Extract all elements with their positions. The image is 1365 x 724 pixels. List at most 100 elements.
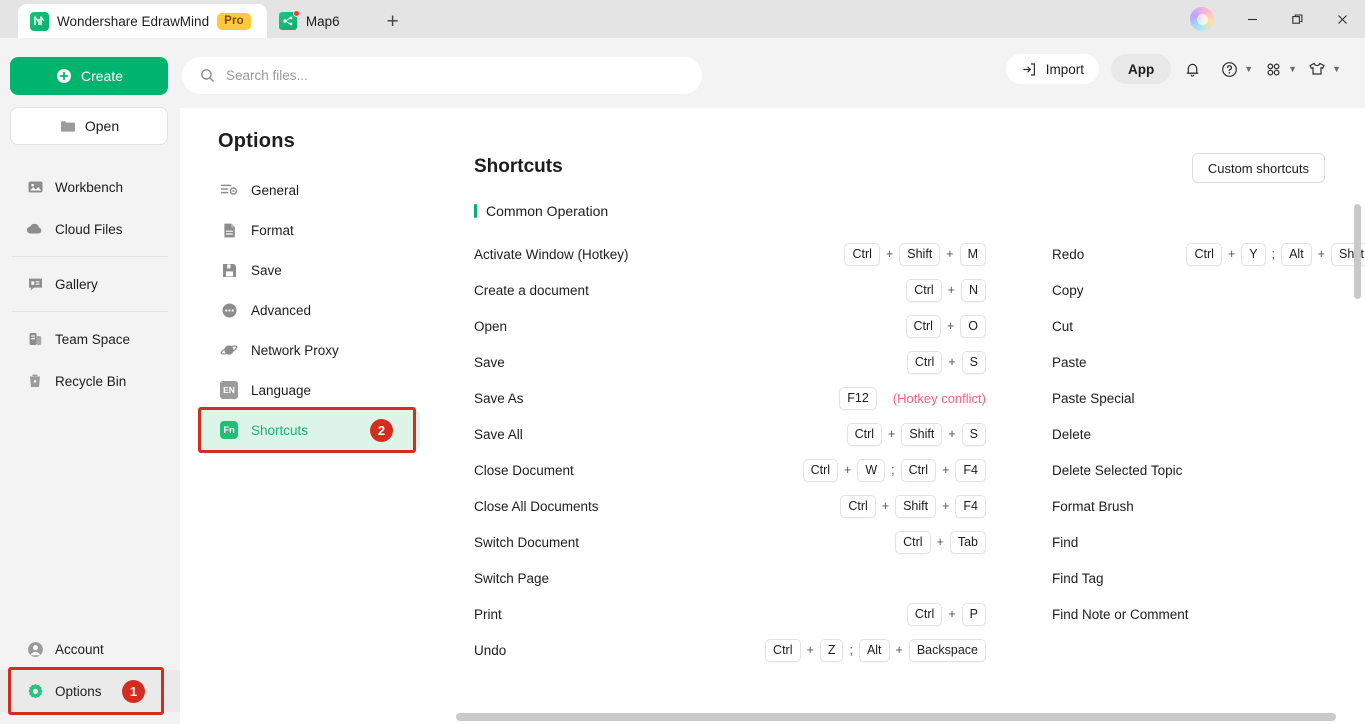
- shortcut-row[interactable]: Activate Window (Hotkey) Ctrl + Shift + M: [474, 236, 986, 272]
- window-controls: [1190, 0, 1365, 38]
- shortcut-label: Paste Special: [1052, 390, 1135, 406]
- options-item-language[interactable]: EN Language: [198, 370, 420, 410]
- shortcut-label: Copy: [1052, 282, 1084, 298]
- custom-shortcuts-button[interactable]: Custom shortcuts: [1191, 153, 1325, 183]
- general-icon: [220, 181, 238, 199]
- shortcut-row[interactable]: Create a document Ctrl + N: [474, 272, 986, 308]
- new-tab-button[interactable]: +: [378, 6, 408, 38]
- restore-button[interactable]: [1275, 0, 1320, 38]
- sidebar-item-account[interactable]: Account: [0, 628, 180, 670]
- bell-icon[interactable]: [1175, 54, 1209, 84]
- shortcut-row[interactable]: Print Ctrl + P: [474, 596, 986, 632]
- vertical-scrollbar[interactable]: [1354, 204, 1361, 299]
- import-button[interactable]: Import: [1005, 54, 1099, 84]
- sidebar-item-team-space[interactable]: Team Space: [0, 318, 180, 360]
- network-icon: [220, 341, 238, 359]
- key-separator-plus: +: [947, 283, 955, 297]
- shortcut-row[interactable]: Find Note or Comment: [1052, 596, 1365, 632]
- shortcut-row[interactable]: Save All Ctrl + Shift + S: [474, 416, 986, 452]
- app-button[interactable]: App: [1110, 54, 1172, 84]
- shortcut-row[interactable]: Delete: [1052, 416, 1365, 452]
- shortcut-label: Save: [474, 354, 505, 370]
- key-separator-semicolon: ;: [849, 643, 853, 657]
- options-item-advanced[interactable]: Advanced: [198, 290, 420, 330]
- sidebar-item-options[interactable]: Options: [0, 670, 180, 712]
- options-item-save[interactable]: Save: [198, 250, 420, 290]
- sidebar-divider: [12, 256, 168, 257]
- key-separator-plus: +: [806, 643, 814, 657]
- key-separator-plus: +: [942, 499, 950, 513]
- sidebar-item-recycle-bin[interactable]: Recycle Bin: [0, 360, 180, 402]
- minimize-button[interactable]: [1230, 0, 1275, 38]
- shortcut-row[interactable]: Save As F12 (Hotkey conflict): [474, 380, 986, 416]
- shortcut-row[interactable]: Undo Ctrl + Z; Alt + Backspace: [474, 632, 986, 668]
- help-menu[interactable]: ▼: [1217, 54, 1253, 84]
- key-cap: Ctrl: [1186, 242, 1222, 266]
- key-cap: Ctrl: [802, 458, 839, 482]
- tab-title: Wondershare EdrawMind: [57, 13, 210, 29]
- shortcut-row[interactable]: Close All Documents Ctrl + Shift + F4: [474, 488, 986, 524]
- shortcut-row[interactable]: Find Tag: [1052, 560, 1365, 596]
- key-cap: Ctrl: [905, 314, 941, 338]
- avatar[interactable]: [1190, 7, 1214, 31]
- key-cap: Ctrl: [906, 602, 943, 626]
- shortcut-row[interactable]: Paste: [1052, 344, 1365, 380]
- create-button[interactable]: Create: [10, 57, 168, 95]
- options-item-network-proxy[interactable]: Network Proxy: [198, 330, 420, 370]
- open-button[interactable]: Open: [10, 107, 168, 145]
- shortcut-row[interactable]: Switch Document Ctrl + Tab: [474, 524, 986, 560]
- sidebar-item-gallery[interactable]: Gallery: [0, 263, 180, 305]
- shortcut-keys: Ctrl + Y; Alt + Shift: [1186, 242, 1365, 266]
- shortcut-label: Activate Window (Hotkey): [474, 246, 629, 262]
- chevron-down-icon: ▼: [1288, 64, 1298, 74]
- shortcut-row[interactable]: Open Ctrl + O: [474, 308, 986, 344]
- left-sidebar: Create Open Workbench Cloud Files Galler…: [0, 38, 180, 724]
- shortcut-row[interactable]: Format Brush: [1052, 488, 1365, 524]
- key-cap: F4: [955, 494, 986, 518]
- shortcut-row[interactable]: Cut: [1052, 308, 1365, 344]
- key-separator-plus: +: [881, 499, 890, 513]
- options-item-general[interactable]: General: [198, 170, 420, 210]
- shortcut-row[interactable]: Switch Page: [474, 560, 986, 596]
- horizontal-scrollbar[interactable]: [456, 713, 1336, 721]
- import-icon: [1021, 60, 1039, 78]
- key-separator-plus: +: [885, 247, 894, 261]
- search-input[interactable]: Search files...: [182, 57, 702, 94]
- options-item-format[interactable]: Format: [198, 210, 420, 250]
- key-cap: Shift: [895, 494, 937, 518]
- advanced-icon: [220, 301, 238, 319]
- key-separator-plus: +: [1227, 247, 1236, 261]
- sidebar-nav: Workbench Cloud Files Gallery Team Space…: [0, 166, 180, 402]
- folder-icon: [59, 117, 77, 135]
- shortcut-keys: Ctrl + Shift + M: [844, 242, 986, 266]
- shortcut-row[interactable]: Delete Selected Topic: [1052, 452, 1365, 488]
- close-button[interactable]: [1320, 0, 1365, 38]
- key-cap: P: [961, 602, 986, 626]
- shortcut-row[interactable]: Find: [1052, 524, 1365, 560]
- import-label: Import: [1045, 61, 1084, 77]
- hotkey-conflict-note: (Hotkey conflict): [892, 390, 986, 406]
- options-panel: Options General Format Save Advanced Net…: [180, 108, 438, 724]
- shortcut-label: Switch Document: [474, 534, 580, 550]
- key-separator-plus: +: [948, 427, 956, 441]
- apps-menu[interactable]: ▼: [1261, 54, 1297, 84]
- tab-edrawmind[interactable]: Wondershare EdrawMind Pro: [18, 4, 267, 38]
- theme-menu[interactable]: ▼: [1305, 54, 1341, 84]
- shortcut-label: Redo: [1052, 246, 1085, 262]
- shortcut-row[interactable]: Save Ctrl + S: [474, 344, 986, 380]
- shortcut-row[interactable]: Redo Ctrl + Y; Alt + Shift: [1052, 236, 1365, 272]
- shortcut-row[interactable]: Paste Special: [1052, 380, 1365, 416]
- shortcut-row[interactable]: Close Document Ctrl + W; Ctrl + F4: [474, 452, 986, 488]
- shortcut-row[interactable]: Copy: [1052, 272, 1365, 308]
- map-file-icon: [278, 9, 300, 31]
- key-separator-plus: +: [936, 535, 944, 549]
- options-item-label: Format: [251, 222, 294, 238]
- options-item-label: Advanced: [251, 302, 312, 318]
- sidebar-item-cloud-files[interactable]: Cloud Files: [0, 208, 180, 250]
- theme-shirt-icon: [1305, 54, 1329, 84]
- sidebar-item-workbench[interactable]: Workbench: [0, 166, 180, 208]
- page-title: Shortcuts: [474, 156, 563, 177]
- shortcut-label: Paste: [1052, 354, 1087, 370]
- tab-map6[interactable]: Map6: [267, 4, 356, 38]
- sidebar-item-label: Options: [55, 683, 102, 699]
